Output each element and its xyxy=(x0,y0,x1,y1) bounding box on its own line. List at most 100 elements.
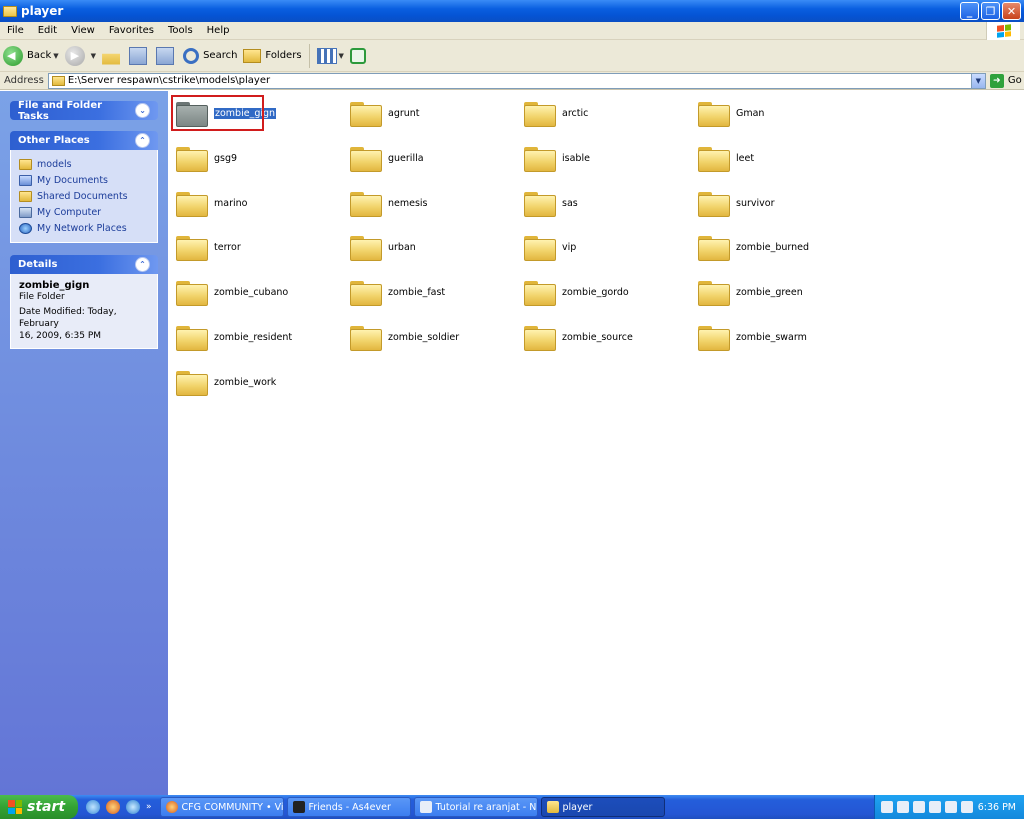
browser-icon[interactable] xyxy=(86,800,100,814)
folder-item[interactable]: terror xyxy=(168,227,338,267)
folder-icon xyxy=(3,5,17,17)
folder-label: zombie_burned xyxy=(736,241,810,253)
folder-label: nemesis xyxy=(388,197,428,209)
menu-tools[interactable]: Tools xyxy=(161,25,200,36)
forward-button[interactable]: ▼ xyxy=(62,43,99,69)
taskbar-item[interactable]: player xyxy=(540,797,665,817)
go-label: Go xyxy=(1007,75,1022,86)
menu-help[interactable]: Help xyxy=(200,25,237,36)
folder-icon xyxy=(176,145,208,172)
menu-edit[interactable]: Edit xyxy=(31,25,64,36)
folder-item[interactable]: isable xyxy=(516,138,686,178)
folder-item[interactable]: Gman xyxy=(690,93,860,133)
folder-item[interactable]: zombie_soldier xyxy=(342,317,512,357)
menu-favorites[interactable]: Favorites xyxy=(102,25,161,36)
other-places-panel: Other Places ⌃ models My Documents Share… xyxy=(10,131,158,243)
folder-label: zombie_resident xyxy=(214,331,293,343)
folder-item[interactable]: zombie_source xyxy=(516,317,686,357)
folder-item[interactable]: zombie_gordo xyxy=(516,272,686,312)
place-label: My Computer xyxy=(37,206,102,218)
folder-icon xyxy=(51,75,65,86)
folder-item[interactable]: zombie_swarm xyxy=(690,317,860,357)
chevron-down-icon[interactable]: ▼ xyxy=(970,73,985,88)
folder-item[interactable]: zombie_cubano xyxy=(168,272,338,312)
folder-item[interactable]: vip xyxy=(516,227,686,267)
place-my-network-places[interactable]: My Network Places xyxy=(19,220,149,236)
folder-item[interactable]: leet xyxy=(690,138,860,178)
forward-arrow-icon xyxy=(64,45,85,66)
steam-icon[interactable] xyxy=(945,801,957,813)
back-arrow-icon xyxy=(3,45,23,66)
folder-item[interactable]: arctic xyxy=(516,93,686,133)
folder-icon xyxy=(350,324,382,351)
place-shared-documents[interactable]: Shared Documents xyxy=(19,188,149,204)
folder-item[interactable]: sas xyxy=(516,183,686,223)
folder-item[interactable]: agrunt xyxy=(342,93,512,133)
monitor-icon[interactable] xyxy=(961,801,973,813)
delete-button[interactable] xyxy=(153,43,180,69)
close-button[interactable]: ✕ xyxy=(1002,2,1021,20)
views-icon xyxy=(316,47,337,64)
folder-label: terror xyxy=(214,241,241,253)
sync-button[interactable] xyxy=(347,43,369,69)
collapse-icon[interactable]: ⌃ xyxy=(135,257,150,272)
folder-item[interactable]: zombie_fast xyxy=(342,272,512,312)
task-pane: File and Folder Tasks ⌄ Other Places ⌃ m… xyxy=(0,91,168,795)
up-button[interactable] xyxy=(99,43,126,69)
network-icon[interactable] xyxy=(913,801,925,813)
volume-icon[interactable] xyxy=(897,801,909,813)
folder-icon xyxy=(524,234,556,261)
folder-item[interactable]: zombie_green xyxy=(690,272,860,312)
details-header[interactable]: Details ⌃ xyxy=(10,255,158,274)
folder-item[interactable]: zombie_resident xyxy=(168,317,338,357)
go-button[interactable]: ➜ Go xyxy=(989,73,1022,88)
folder-icon xyxy=(350,190,382,217)
chevron-down-icon[interactable]: ▼ xyxy=(53,52,58,60)
place-models[interactable]: models xyxy=(19,156,149,172)
chevron-down-icon[interactable]: ▼ xyxy=(91,52,96,60)
folder-icon xyxy=(350,100,382,127)
file-folder-tasks-header[interactable]: File and Folder Tasks ⌄ xyxy=(10,100,158,122)
internet-explorer-icon[interactable] xyxy=(126,800,140,814)
folder-item[interactable]: marino xyxy=(168,183,338,223)
folder-icon xyxy=(350,145,382,172)
expand-icon[interactable]: ⌄ xyxy=(135,103,150,118)
folder-item[interactable]: guerilla xyxy=(342,138,512,178)
move-to-button[interactable] xyxy=(126,43,153,69)
place-my-computer[interactable]: My Computer xyxy=(19,204,149,220)
place-my-documents[interactable]: My Documents xyxy=(19,172,149,188)
chevron-right-icon[interactable]: » xyxy=(146,802,152,812)
collapse-icon[interactable]: ⌃ xyxy=(135,133,150,148)
menu-view[interactable]: View xyxy=(64,25,102,36)
back-button[interactable]: Back ▼ xyxy=(0,43,62,69)
folder-icon xyxy=(698,190,730,217)
folder-item[interactable]: gsg9 xyxy=(168,138,338,178)
start-button[interactable]: start xyxy=(0,795,78,819)
other-places-header[interactable]: Other Places ⌃ xyxy=(10,131,158,150)
details-type: File Folder xyxy=(19,292,65,302)
address-input[interactable]: E:\Server respawn\cstrike\models\player … xyxy=(47,72,986,89)
taskbar-item[interactable]: Tutorial re aranjat - N... xyxy=(413,797,538,817)
search-icon[interactable] xyxy=(929,801,941,813)
folders-button[interactable]: Folders xyxy=(240,43,304,69)
folder-item[interactable]: zombie_gign xyxy=(168,93,338,133)
folder-item[interactable]: nemesis xyxy=(342,183,512,223)
menu-file[interactable]: File xyxy=(0,25,31,36)
search-button[interactable]: Search xyxy=(180,43,240,69)
folder-label: gsg9 xyxy=(214,152,238,164)
chevron-down-icon[interactable]: ▼ xyxy=(339,52,344,60)
folder-item[interactable]: zombie_burned xyxy=(690,227,860,267)
maximize-button[interactable]: ❐ xyxy=(981,2,1000,20)
clock: 6:36 PM xyxy=(977,801,1016,813)
help-icon[interactable] xyxy=(881,801,893,813)
folder-item[interactable]: zombie_work xyxy=(168,362,338,402)
views-button[interactable]: ▼ xyxy=(314,43,347,69)
taskbar-item-label: CFG COMMUNITY • Vi... xyxy=(181,801,284,813)
taskbar-item[interactable]: CFG COMMUNITY • Vi... xyxy=(159,797,284,817)
folder-item[interactable]: urban xyxy=(342,227,512,267)
taskbar-item[interactable]: Friends - As4ever xyxy=(286,797,411,817)
selection-highlight xyxy=(171,95,264,131)
folder-item[interactable]: survivor xyxy=(690,183,860,223)
minimize-button[interactable]: _ xyxy=(960,2,979,20)
firefox-icon[interactable] xyxy=(106,800,120,814)
